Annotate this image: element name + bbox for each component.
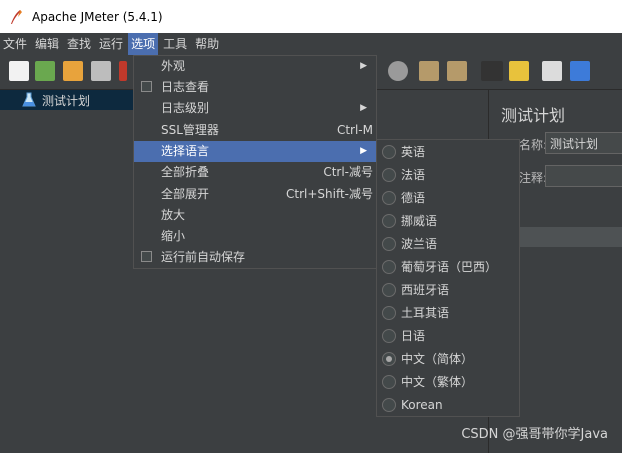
language-label: 波兰语 (401, 237, 438, 251)
language-option-japanese[interactable]: 日语 (377, 325, 519, 348)
menu-tools[interactable]: 工具 (160, 33, 190, 55)
language-option-korean[interactable]: Korean (377, 394, 519, 417)
menu-item-autosave[interactable]: 运行前自动保存 (134, 247, 376, 268)
radio-icon[interactable] (382, 237, 396, 251)
menu-item-shortcut: Ctrl-M (336, 123, 373, 137)
radio-icon[interactable] (382, 283, 396, 297)
language-label: 英语 (401, 145, 426, 159)
menu-item-label: 缩小 (161, 229, 186, 243)
language-option-french[interactable]: 法语 (377, 164, 519, 187)
menu-item-label: 日志级别 (161, 101, 210, 115)
menu-item-label: 运行前自动保存 (161, 250, 246, 264)
radio-icon[interactable] (382, 214, 396, 228)
menu-edit[interactable]: 编辑 (32, 33, 62, 55)
menu-run[interactable]: 运行 (96, 33, 126, 55)
menu-bar: 文件 编辑 查找 运行 选项 工具 帮助 (0, 33, 622, 55)
flask-icon (22, 92, 36, 107)
language-option-english[interactable]: 英语 (377, 141, 519, 164)
menu-item-shortcut: Ctrl+Shift-减号 (285, 187, 373, 201)
menu-item-collapse-all[interactable]: 全部折叠 Ctrl-减号 (134, 162, 376, 183)
language-label: Korean (401, 398, 443, 412)
radio-icon[interactable] (382, 191, 396, 205)
language-label: 土耳其语 (401, 306, 450, 320)
menu-file[interactable]: 文件 (0, 33, 30, 55)
language-option-portuguese-brazil[interactable]: 葡萄牙语（巴西） (377, 256, 519, 279)
tree-item-label: 测试计划 (42, 93, 91, 108)
language-option-turkish[interactable]: 土耳其语 (377, 302, 519, 325)
submenu-arrow-icon: ▶ (360, 146, 367, 156)
radio-icon[interactable] (382, 168, 396, 182)
menu-item-label: 全部展开 (161, 187, 210, 201)
menu-item-ssl-manager[interactable]: SSL管理器 Ctrl-M (134, 120, 376, 141)
function-helper-icon[interactable] (542, 61, 562, 81)
radio-icon[interactable] (382, 329, 396, 343)
help-icon[interactable] (570, 61, 590, 81)
comment-label: 注释: (519, 171, 548, 185)
templates-icon[interactable] (35, 61, 55, 81)
menu-help[interactable]: 帮助 (192, 33, 222, 55)
language-option-german[interactable]: 德语 (377, 187, 519, 210)
jmeter-feather-icon (11, 9, 22, 24)
menu-item-shortcut: Ctrl-减号 (323, 165, 373, 179)
test-plan-tree: 测试计划 (0, 90, 135, 453)
menu-item-log-viewer[interactable]: 日志查看 (134, 77, 376, 98)
menu-options[interactable]: 选项 (128, 33, 159, 55)
language-label: 中文（繁体） (401, 375, 474, 389)
window-titlebar: Apache JMeter (5.4.1) (0, 0, 622, 33)
menu-search[interactable]: 查找 (64, 33, 94, 55)
menu-item-label: 日志查看 (161, 80, 210, 94)
language-label: 日语 (401, 329, 426, 343)
language-option-spanish[interactable]: 西班牙语 (377, 279, 519, 302)
language-submenu: 英语 法语 德语 挪威语 波兰语 葡萄牙语（巴西） 西班牙语 土耳其语 日语 中… (376, 139, 520, 417)
language-option-chinese-simplified[interactable]: 中文（简体） (377, 348, 519, 371)
radio-icon[interactable] (382, 375, 396, 389)
language-label: 中文（简体） (401, 352, 474, 366)
menu-item-label: 放大 (161, 208, 186, 222)
search-icon[interactable] (481, 61, 503, 81)
menu-item-expand-all[interactable]: 全部展开 Ctrl+Shift-减号 (134, 184, 376, 205)
menu-item-label: 选择语言 (161, 144, 210, 158)
language-option-norwegian[interactable]: 挪威语 (377, 210, 519, 233)
language-label: 法语 (401, 168, 426, 182)
reset-search-icon[interactable] (509, 61, 529, 81)
language-label: 西班牙语 (401, 283, 450, 297)
save-icon[interactable] (91, 61, 111, 81)
new-icon[interactable] (9, 61, 29, 81)
language-label: 德语 (401, 191, 426, 205)
window-title: Apache JMeter (5.4.1) (32, 9, 163, 24)
menu-item-appearance[interactable]: 外观 ▶ (134, 56, 376, 77)
menu-item-zoom-in[interactable]: 放大 (134, 205, 376, 226)
submenu-arrow-icon: ▶ (360, 103, 367, 113)
clear-icon[interactable] (419, 61, 439, 81)
radio-icon[interactable] (382, 398, 396, 412)
radio-selected-icon[interactable] (382, 352, 396, 366)
tree-item-test-plan[interactable]: 测试计划 (0, 90, 135, 110)
menu-item-label: 全部折叠 (161, 165, 210, 179)
submenu-arrow-icon: ▶ (360, 61, 367, 71)
menu-item-choose-language[interactable]: 选择语言 ▶ (134, 141, 376, 162)
open-icon[interactable] (63, 61, 83, 81)
radio-icon[interactable] (382, 145, 396, 159)
name-field[interactable]: 测试计划 (545, 132, 622, 154)
language-label: 挪威语 (401, 214, 438, 228)
checkbox-icon[interactable] (141, 251, 152, 262)
language-option-chinese-traditional[interactable]: 中文（繁体） (377, 371, 519, 394)
language-option-polish[interactable]: 波兰语 (377, 233, 519, 256)
shutdown-icon[interactable] (388, 61, 408, 81)
checkbox-icon[interactable] (141, 81, 152, 92)
radio-icon[interactable] (382, 306, 396, 320)
panel-title: 测试计划 (501, 106, 566, 125)
menu-item-log-level[interactable]: 日志级别 ▶ (134, 98, 376, 119)
clear-all-icon[interactable] (447, 61, 467, 81)
menu-item-label: 外观 (161, 59, 186, 73)
comment-field[interactable] (545, 165, 622, 187)
cut-icon[interactable] (119, 61, 127, 81)
menu-item-label: SSL管理器 (161, 123, 219, 137)
name-label: 名称: (519, 138, 548, 152)
radio-icon[interactable] (382, 260, 396, 274)
menu-item-zoom-out[interactable]: 缩小 (134, 226, 376, 247)
options-menu: 外观 ▶ 日志查看 日志级别 ▶ SSL管理器 Ctrl-M 选择语言 ▶ 全部… (133, 55, 377, 269)
watermark: CSDN @强哥带你学Java (461, 427, 608, 442)
language-label: 葡萄牙语（巴西） (401, 260, 498, 274)
